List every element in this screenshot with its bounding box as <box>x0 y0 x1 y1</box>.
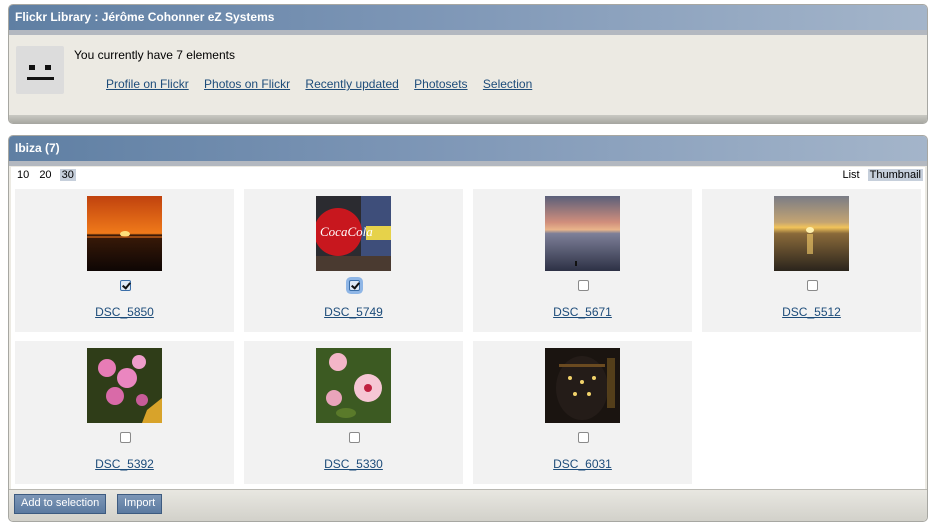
album-title: Ibiza (7) <box>9 136 927 166</box>
photo-link[interactable]: DSC_5671 <box>553 305 612 319</box>
photo-checkbox[interactable] <box>120 280 131 291</box>
golden-sunset-image <box>774 196 849 271</box>
album-content: 10 20 30 List Thumbnail DSC_5850 CocaCol… <box>11 167 925 490</box>
user-avatar-icon <box>16 46 64 94</box>
photo-cell: DSC_6031 <box>473 341 692 484</box>
photo-link[interactable]: DSC_5330 <box>324 457 383 471</box>
dusk-seascape-image <box>545 196 620 271</box>
photo-link[interactable]: DSC_5850 <box>95 305 154 319</box>
photo-checkbox[interactable] <box>120 432 131 443</box>
element-count-text: You currently have 7 elements <box>74 48 235 62</box>
flickr-library-panel: Flickr Library : Jérôme Cohonner eZ Syst… <box>8 4 928 124</box>
photo-cell: DSC_5392 <box>15 341 234 484</box>
library-title: Flickr Library : Jérôme Cohonner eZ Syst… <box>9 5 927 35</box>
photo-checkbox[interactable] <box>578 280 589 291</box>
photo-link[interactable]: DSC_5749 <box>324 305 383 319</box>
flickr-links: Profile on Flickr Photos on Flickr Recen… <box>106 77 544 91</box>
photo-cell: DSC_5671 <box>473 189 692 332</box>
album-panel: Ibiza (7) 10 20 30 List Thumbnail DSC_58… <box>8 135 928 522</box>
photo-checkbox[interactable] <box>807 280 818 291</box>
photo-cell: DSC_5850 <box>15 189 234 332</box>
photo-thumbnail[interactable] <box>545 348 620 423</box>
add-to-selection-button[interactable]: Add to selection <box>14 494 107 514</box>
photo-link[interactable]: DSC_5512 <box>782 305 841 319</box>
photo-thumbnail[interactable] <box>774 196 849 271</box>
import-button[interactable]: Import <box>117 494 163 514</box>
photo-thumbnail[interactable] <box>316 348 391 423</box>
sunset-over-sea-image <box>87 196 162 271</box>
view-mode-selector: List Thumbnail <box>837 169 923 181</box>
photo-cell: DSC_5330 <box>244 341 463 484</box>
page-size-10[interactable]: 10 <box>15 169 31 181</box>
hibiscus-flowers-image <box>316 348 391 423</box>
photo-thumbnail[interactable] <box>87 348 162 423</box>
action-bar: Add to selection Import <box>9 489 927 521</box>
page-size-30[interactable]: 30 <box>59 169 76 181</box>
svg-text:CocaCola: CocaCola <box>320 224 373 239</box>
panel-footer <box>9 115 927 123</box>
photo-checkbox[interactable] <box>349 432 360 443</box>
dark-lantern-image <box>545 348 620 423</box>
link-profile-on-flickr[interactable]: Profile on Flickr <box>106 77 189 91</box>
page-size-selector: 10 20 30 <box>15 169 79 181</box>
photo-thumbnail[interactable]: CocaCola <box>316 196 391 271</box>
photo-checkbox[interactable] <box>578 432 589 443</box>
photo-link[interactable]: DSC_6031 <box>553 457 612 471</box>
photo-checkbox[interactable] <box>349 280 360 291</box>
page-size-20[interactable]: 20 <box>37 169 53 181</box>
coca-cola-sign-image: CocaCola <box>316 196 391 271</box>
pink-flowers-image <box>87 348 162 423</box>
link-recently-updated[interactable]: Recently updated <box>305 77 398 91</box>
link-photosets[interactable]: Photosets <box>414 77 467 91</box>
photo-cell: CocaCola DSC_5749 <box>244 189 463 332</box>
photo-thumbnail[interactable] <box>545 196 620 271</box>
view-mode-thumbnail[interactable]: Thumbnail <box>867 169 923 181</box>
link-selection[interactable]: Selection <box>483 77 532 91</box>
link-photos-on-flickr[interactable]: Photos on Flickr <box>204 77 290 91</box>
view-mode-list[interactable]: List <box>840 169 861 181</box>
photo-link[interactable]: DSC_5392 <box>95 457 154 471</box>
photo-thumbnail[interactable] <box>87 196 162 271</box>
photo-cell: DSC_5512 <box>702 189 921 332</box>
